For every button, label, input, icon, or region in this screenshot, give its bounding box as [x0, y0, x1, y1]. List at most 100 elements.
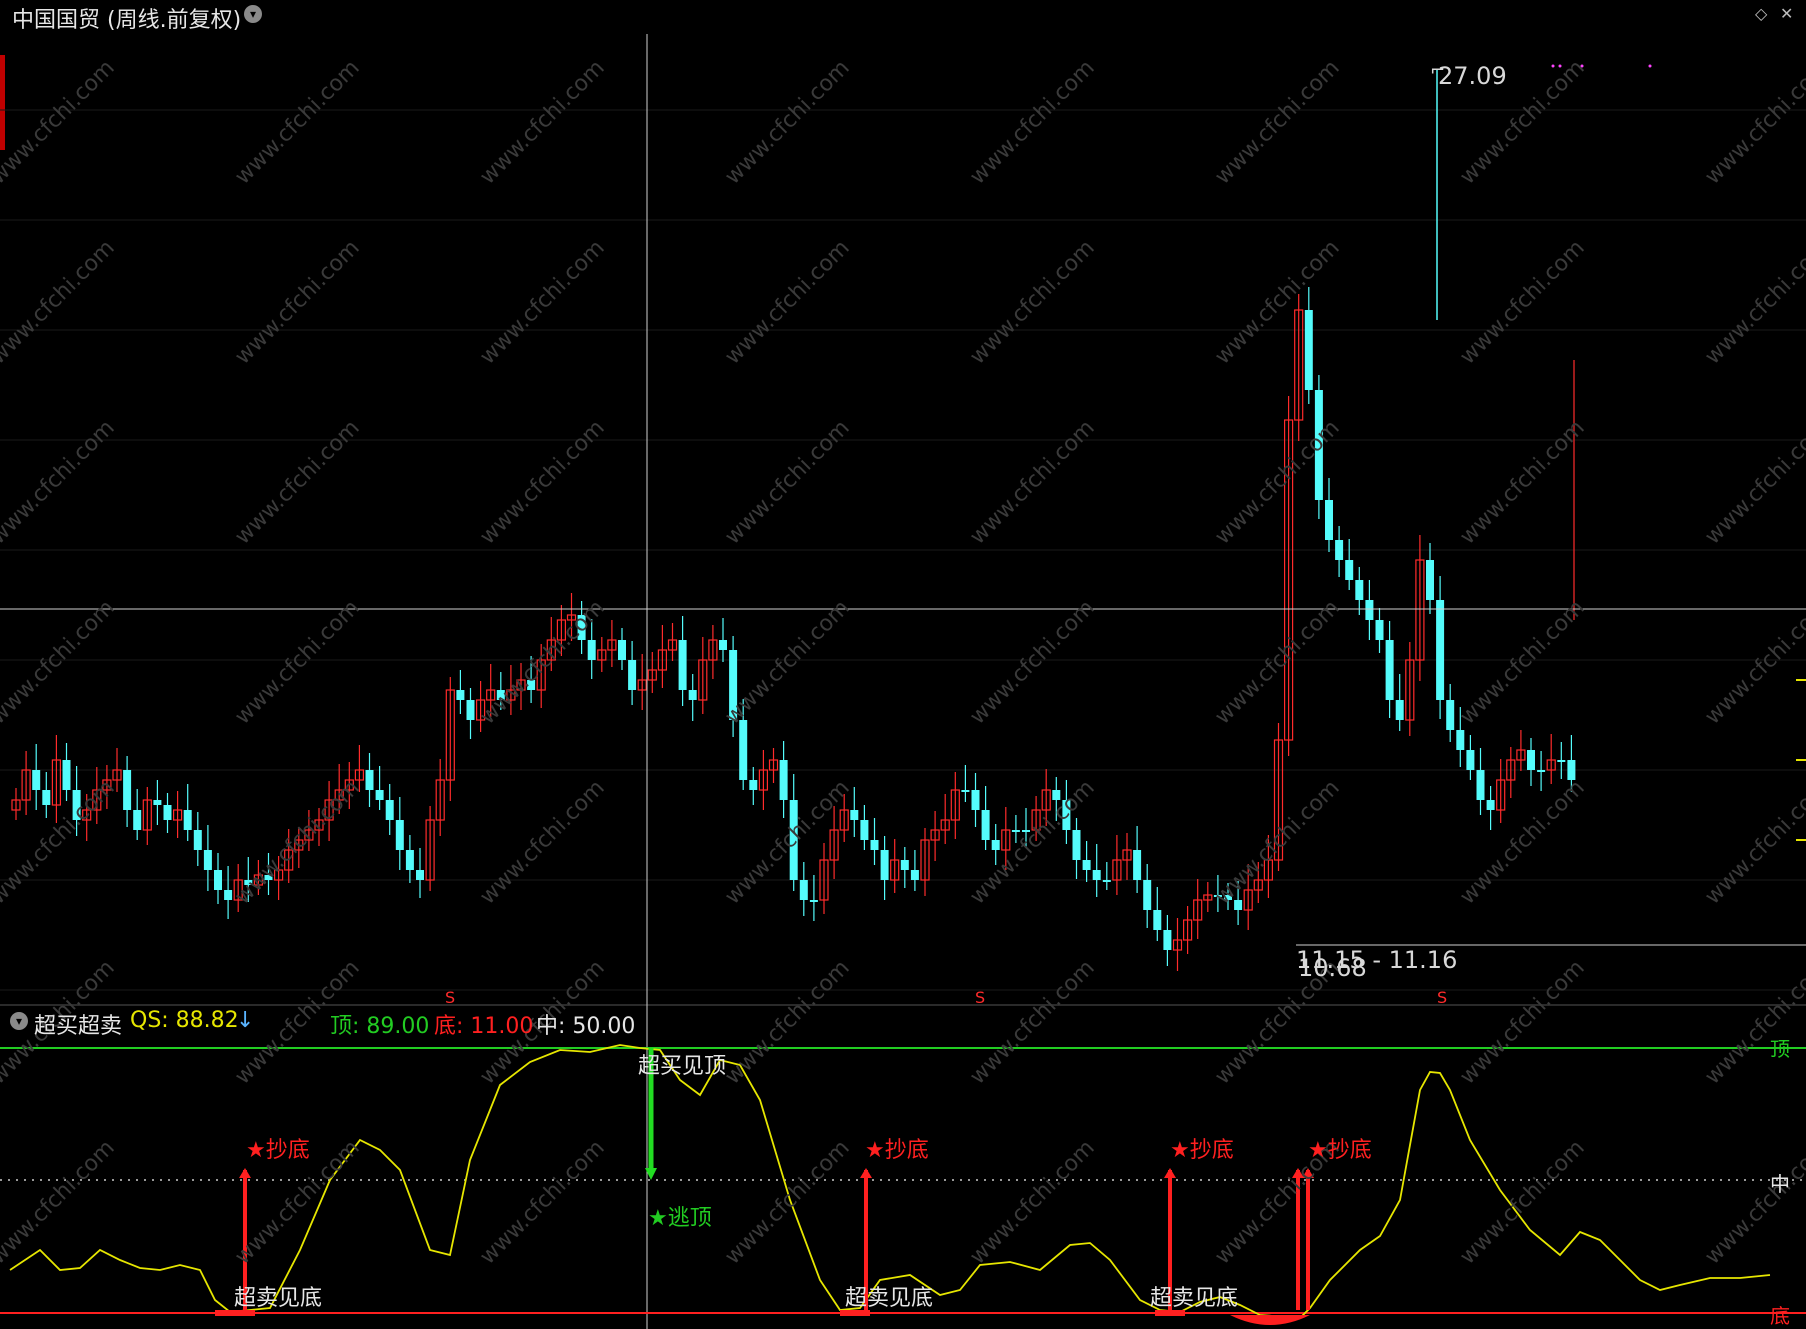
- candle-body: [416, 870, 424, 880]
- candle-body: [799, 880, 808, 900]
- axis-top-label: 顶: [1770, 1037, 1790, 1061]
- candle-body: [1426, 560, 1434, 600]
- escape-top-signal: ★逃顶: [648, 1206, 712, 1231]
- candle-body: [1143, 880, 1152, 910]
- candle-body: [1011, 830, 1020, 832]
- candle-body: [880, 850, 889, 880]
- candle-body: [42, 790, 51, 805]
- oversold-signal: 超卖见底: [1150, 1286, 1239, 1311]
- candle-body: [749, 780, 758, 790]
- candle-body: [1365, 600, 1374, 620]
- candle-body: [961, 790, 970, 792]
- candle-body: [203, 850, 212, 870]
- candle-body: [739, 720, 748, 780]
- candle-body: [628, 660, 637, 690]
- candle-body: [618, 640, 626, 660]
- arrow-up-icon: [1164, 1168, 1176, 1178]
- s-marker: S: [445, 988, 456, 1007]
- axis-bottom-label: 底: [1770, 1304, 1790, 1328]
- candle-body: [1476, 770, 1485, 800]
- candle-body: [62, 760, 71, 790]
- candle-body: [719, 640, 727, 650]
- marker-dot: [1648, 64, 1652, 68]
- candle-body: [385, 800, 394, 820]
- candle-body: [1466, 750, 1475, 770]
- candle-body: [779, 760, 788, 800]
- candle-body: [214, 870, 222, 890]
- candle-body: [991, 840, 1000, 850]
- candle-body: [163, 805, 172, 820]
- candle-body: [587, 640, 596, 660]
- candle-body: [183, 810, 192, 830]
- candle-body: [1092, 870, 1101, 880]
- top-value: 顶: 89.00: [330, 1014, 430, 1039]
- buy-signal: ★抄底: [246, 1138, 310, 1163]
- s-marker: S: [975, 988, 986, 1007]
- candle-body: [1486, 800, 1495, 810]
- high-price-label: 27.09: [1438, 62, 1507, 90]
- collapse-icon[interactable]: ▾: [10, 1012, 28, 1030]
- candle-body: [32, 770, 41, 790]
- candle-body: [395, 820, 404, 850]
- s-marker: S: [1437, 988, 1448, 1007]
- candle-body: [365, 770, 374, 790]
- candle-body: [1446, 700, 1455, 730]
- candle-body: [1082, 860, 1091, 870]
- arrow-up-icon: [860, 1168, 872, 1178]
- candle-body: [850, 810, 859, 820]
- mid-value: 中: 50.00: [536, 1014, 636, 1039]
- candle-body: [809, 900, 818, 902]
- candle-body: [405, 850, 414, 870]
- candle-body: [133, 810, 142, 830]
- candle-body: [900, 860, 909, 870]
- marker-dot: [1551, 64, 1555, 68]
- candle-body: [1375, 620, 1384, 640]
- candle-body: [1385, 640, 1394, 700]
- oversold-signal: 超卖见底: [845, 1286, 934, 1311]
- candle-body: [1335, 540, 1344, 560]
- candle-body: [1153, 910, 1162, 930]
- candle-body: [456, 690, 465, 700]
- candle-body: [1395, 700, 1404, 720]
- buy-signal: ★抄底: [865, 1138, 929, 1163]
- candle-body: [1325, 500, 1333, 540]
- candle-body: [910, 870, 919, 880]
- axis-mid-label: 中: [1770, 1172, 1790, 1196]
- candle-body: [1345, 560, 1354, 580]
- indicator-name[interactable]: 超买超卖: [34, 1008, 122, 1040]
- candle-body: [1304, 310, 1313, 390]
- candle-body: [971, 790, 980, 810]
- oscillator-line: [9, 1044, 1771, 1319]
- candle-body: [375, 790, 384, 800]
- candle-body: [1355, 580, 1364, 600]
- candle-body: [1163, 930, 1172, 950]
- candle-body: [1133, 850, 1142, 880]
- qs-value: QS: 88.82: [130, 1008, 239, 1033]
- candle-body: [1102, 880, 1111, 882]
- low-price-label: 10.68: [1298, 954, 1367, 982]
- qs-arrow-icon: ↓: [236, 1008, 255, 1033]
- candle-body: [123, 770, 132, 810]
- oversold-signal: 超卖见底: [234, 1286, 323, 1311]
- candle-body: [1527, 750, 1535, 770]
- buy-signal: ★抄底: [1170, 1138, 1234, 1163]
- candle-body: [870, 840, 879, 850]
- arrow-up-icon: [239, 1168, 251, 1178]
- candle-body: [1557, 760, 1566, 762]
- candle-body: [981, 810, 990, 840]
- candle-body: [1537, 770, 1546, 772]
- bottom-value: 底: 11.00: [434, 1014, 534, 1039]
- candle-body: [153, 800, 162, 805]
- candle-body: [688, 690, 697, 700]
- overbought-signal: 超买见顶: [638, 1054, 727, 1079]
- candle-body: [193, 830, 202, 850]
- candle-body: [1456, 730, 1465, 750]
- candle-body: [860, 820, 869, 840]
- buy-signal: ★抄底: [1308, 1138, 1372, 1163]
- high-pointer-icon: ⌐: [1430, 60, 1446, 81]
- candle-body: [1436, 600, 1445, 700]
- candle-body: [1072, 830, 1081, 860]
- oversold-fill: [1230, 1315, 1310, 1325]
- candle-body: [466, 700, 475, 720]
- candle-body: [678, 640, 687, 690]
